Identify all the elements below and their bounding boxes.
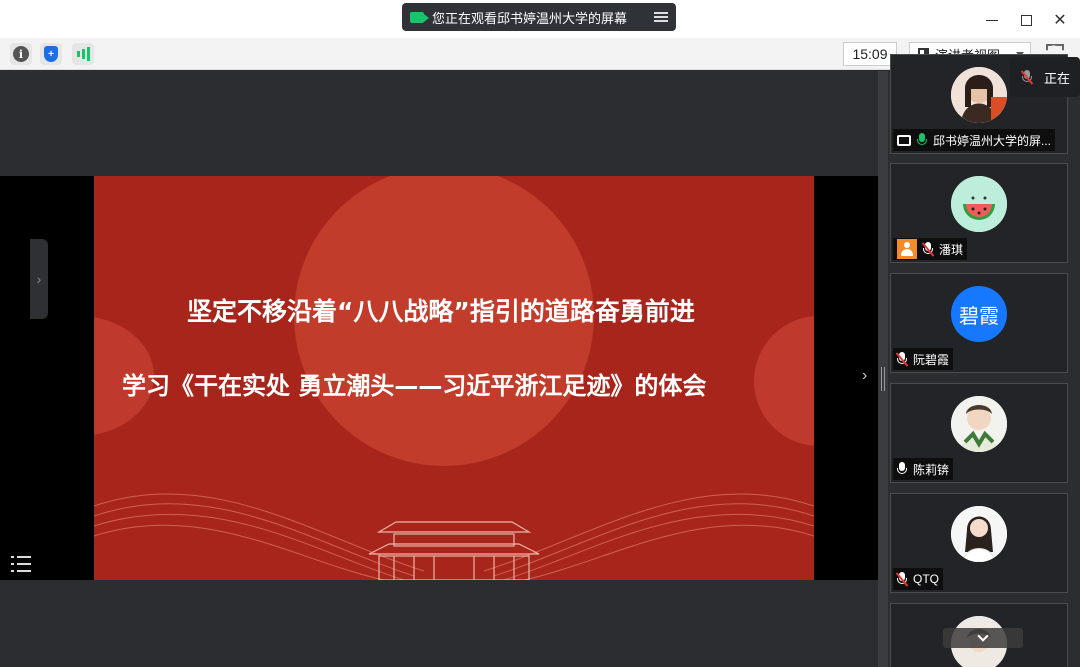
sharing-status-pill[interactable]: 您正在观看邱书婷温州大学的屏幕 [402, 3, 676, 31]
slide-subtitle: 学习《干在实处 勇立潮头——习近平浙江足迹》的体会 [122, 372, 707, 400]
participant-name: 潘琪 [939, 242, 964, 257]
participant-name: 陈莉锛 [913, 462, 950, 477]
chevron-right-icon: › [36, 271, 42, 287]
person-icon [897, 239, 917, 259]
chevron-down-icon [977, 630, 989, 642]
close-button[interactable]: ✕ [1048, 8, 1072, 32]
participant-name: QTQ [913, 572, 939, 586]
avatar: 碧霞 [951, 286, 1007, 342]
participant-tile[interactable]: 碧霞 阮碧霞 [890, 273, 1068, 373]
avatar [951, 176, 1007, 232]
minimize-button[interactable] [980, 8, 1004, 32]
menu-icon[interactable] [654, 12, 668, 22]
avatar [951, 396, 1007, 452]
panel-resize-divider[interactable] [878, 71, 888, 667]
slide-title: 坚定不移沿着“八八战略”指引的道路奋勇前进 [187, 297, 695, 326]
avatar [951, 67, 1007, 123]
collapse-left-handle[interactable]: › [30, 239, 48, 319]
maximize-icon [1020, 14, 1032, 26]
microphone-muted-icon [895, 572, 909, 587]
presentation-slide: 坚定不移沿着“八八战略”指引的道路奋勇前进 学习《干在实处 勇立潮头——习近平浙… [94, 176, 814, 580]
participant-name-bar: 陈莉锛 [893, 458, 954, 480]
status-text: 正在 [1044, 70, 1071, 86]
signal-bar [86, 47, 90, 61]
participant-name: 邱书婷温州大学的屏... [933, 133, 1052, 148]
avatar [951, 506, 1007, 562]
participant-name-bar: QTQ [893, 568, 943, 590]
participant-name-bar: 阮碧霞 [893, 348, 954, 370]
microphone-icon [897, 462, 907, 476]
participant-tile[interactable]: QTQ [890, 493, 1068, 593]
chevron-right-icon[interactable]: › [862, 367, 867, 385]
maximize-button[interactable] [1014, 8, 1038, 32]
microphone-muted-icon [1020, 70, 1034, 85]
shield-icon: + [44, 46, 58, 62]
close-icon: ✕ [1053, 12, 1067, 29]
meeting-info-button[interactable]: i [10, 43, 32, 65]
list-icon[interactable] [11, 555, 31, 573]
meeting-time: 15:09 [843, 42, 897, 66]
mic-status-chip[interactable]: 正在 [1010, 57, 1080, 97]
info-icon: i [13, 46, 29, 62]
screen-share-icon [410, 11, 429, 23]
microphone-icon [917, 133, 927, 147]
screen-share-icon [897, 134, 911, 146]
signal-bar [76, 51, 80, 57]
participant-gallery[interactable]: 邱书婷温州大学的屏... 潘琪 碧霞 阮碧霞 陈莉锛 QTQ [888, 54, 1080, 667]
photo-icon [951, 396, 1007, 452]
drag-handle-icon [881, 367, 885, 391]
participant-tile[interactable]: 陈莉锛 [890, 383, 1068, 483]
microphone-muted-icon [921, 242, 935, 257]
microphone-muted-icon [895, 352, 909, 367]
network-status-button[interactable] [72, 43, 94, 65]
photo-icon [951, 67, 1007, 123]
shared-screen-area: › 坚定不移沿着“八八战略”指引的道路奋勇前进 学习《干在实处 勇立潮头——习近… [0, 71, 878, 667]
scroll-down-button[interactable] [943, 628, 1023, 648]
participant-name-bar: 邱书婷温州大学的屏... [893, 129, 1056, 151]
signal-bar [81, 49, 85, 59]
minimize-icon [986, 19, 998, 21]
security-button[interactable]: + [40, 43, 62, 65]
photo-icon [951, 506, 1007, 562]
window-title: 您正在观看邱书婷温州大学的屏幕 [432, 10, 628, 26]
participant-name: 阮碧霞 [913, 352, 950, 367]
participant-tile[interactable]: 潘琪 [890, 163, 1068, 263]
participant-name-bar: 潘琪 [893, 238, 968, 260]
title-bar: 您正在观看邱书婷温州大学的屏幕 ✕ [0, 0, 1080, 38]
watermelon-icon [951, 176, 1007, 232]
